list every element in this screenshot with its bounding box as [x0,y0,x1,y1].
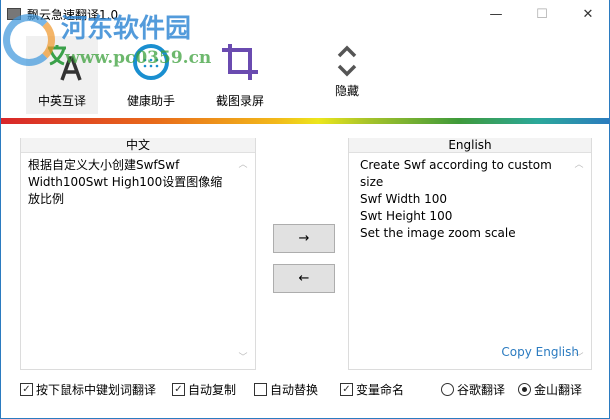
checkbox[interactable]: ✓ [340,383,353,396]
copy-english-link[interactable]: Copy English [501,345,579,359]
tool-label: 健康助手 [126,94,175,108]
crop-icon [222,44,258,80]
rainbow-divider [1,118,610,124]
source-panel: 中文 根据自定义大小创建SwfSwf Width100Swt High100设置… [20,138,256,370]
tool-health[interactable]: 健康助手 [115,36,187,114]
tool-hide[interactable]: 隐藏 [311,36,383,114]
target-title: English [349,138,591,153]
translate-to-english-button[interactable]: → [273,224,335,253]
checkbox[interactable]: ✓ [172,383,185,396]
tool-screenshot[interactable]: 截图录屏 [204,36,276,114]
tool-label: 隐藏 [334,84,359,98]
option-auto-copy[interactable]: ✓ 自动复制 [172,381,236,398]
source-scrollbar[interactable]: ︿ ﹀ [235,155,251,365]
target-textarea[interactable]: Create Swf according to custom size Swf … [353,155,569,365]
radio-button[interactable] [441,383,454,396]
tool-label: 中英互译 [37,94,86,108]
engine-label: 金山翻译 [534,383,583,397]
source-title: 中文 [21,138,255,153]
checkbox[interactable]: ✓ [20,383,33,396]
option-label: 按下鼠标中键划词翻译 [36,383,157,397]
checkbox[interactable] [254,383,267,396]
window-title: 飘云急速翻译1.0 [27,8,119,22]
engine-label: 谷歌翻译 [457,383,506,397]
collapse-chevrons-icon [337,45,357,77]
target-scrollbar[interactable]: ︿ ﹀ [571,155,587,365]
title-bar: 飘云急速翻译1.0 — ☐ ✕ [1,0,610,28]
option-middle-click[interactable]: ✓ 按下鼠标中键划词翻译 [20,381,156,398]
translate-icon [48,45,82,81]
option-auto-replace[interactable]: 自动替换 [254,381,318,398]
option-label: 自动复制 [188,383,237,397]
app-window: 飘云急速翻译1.0 — ☐ ✕ 中英互译 健康助手 截图录屏 隐藏 河东软件园 … [0,0,610,419]
maximize-button[interactable]: ☐ [519,0,565,28]
radio-button[interactable] [518,383,531,396]
translate-to-chinese-button[interactable]: ← [273,264,335,293]
option-variable-naming[interactable]: ✓ 变量命名 [340,381,404,398]
engine-kingsoft[interactable]: 金山翻译 [518,381,582,398]
source-textarea[interactable]: 根据自定义大小创建SwfSwf Width100Swt High100设置图像缩… [25,155,233,365]
app-icon [7,8,21,20]
option-label: 变量命名 [356,383,405,397]
engine-google[interactable]: 谷歌翻译 [441,381,505,398]
close-button[interactable]: ✕ [565,0,610,28]
health-circle-icon [133,44,169,80]
target-panel: English Create Swf according to custom s… [348,138,592,370]
tool-translate[interactable]: 中英互译 [26,36,98,114]
tool-label: 截图录屏 [215,94,264,108]
option-label: 自动替换 [270,383,319,397]
minimize-button[interactable]: — [473,0,519,28]
